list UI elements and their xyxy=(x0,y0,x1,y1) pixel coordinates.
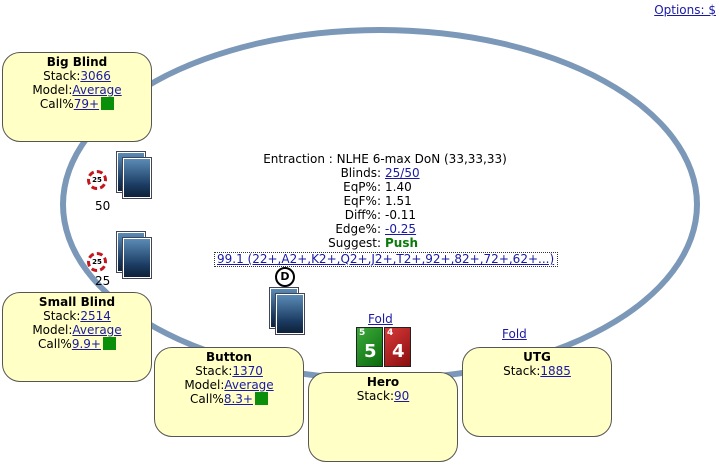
blinds-row: Blinds: 25/50 xyxy=(214,166,556,180)
model-value[interactable]: Average xyxy=(72,323,121,337)
suggest-label: Suggest: xyxy=(328,236,381,250)
big-blind-cards xyxy=(117,152,151,198)
suggest-row: Suggest: Push xyxy=(214,236,556,250)
model-label: Model: xyxy=(32,83,73,97)
edge-row: Edge%: -0.25 xyxy=(214,222,556,236)
seat-hero: Hero Stack:90 xyxy=(308,372,458,462)
seat-name: Button xyxy=(206,350,252,364)
stack-label: Stack: xyxy=(356,389,394,403)
eqf-value: 1.51 xyxy=(385,194,412,208)
model-value[interactable]: Average xyxy=(72,83,121,97)
stack-label: Stack: xyxy=(195,364,233,378)
card-1-corner: 5 xyxy=(359,328,366,338)
eqp-value: 1.40 xyxy=(385,180,412,194)
diff-value: -0.11 xyxy=(385,208,417,222)
call-indicator xyxy=(101,97,115,110)
call-value[interactable]: 8.3+ xyxy=(224,392,253,406)
card-back xyxy=(276,294,304,334)
stack-value[interactable]: 90 xyxy=(394,389,409,403)
stack-label: Stack: xyxy=(503,364,541,378)
hero-card-2: 4 4 xyxy=(384,327,411,367)
info-title: Entraction : NLHE 6-max DoN (33,33,33) xyxy=(263,152,507,166)
hero-fold-link[interactable]: Fold xyxy=(368,312,393,326)
seat-name: Big Blind xyxy=(46,55,108,69)
model-label: Model: xyxy=(32,323,73,337)
call-value[interactable]: 79+ xyxy=(74,97,99,111)
seat-name: UTG xyxy=(523,350,551,364)
eqf-row: EqF%: 1.51 xyxy=(214,194,556,208)
seat-utg: UTG Stack:1885 xyxy=(462,347,612,437)
big-blind-bet: 50 xyxy=(95,199,111,213)
call-indicator xyxy=(102,337,116,350)
eqf-label: EqF%: xyxy=(343,194,381,208)
suggest-value: Push xyxy=(385,236,419,250)
blinds-label: Blinds: xyxy=(340,166,381,180)
card-1-rank: 5 xyxy=(364,341,377,362)
stack-value[interactable]: 1370 xyxy=(232,364,263,378)
diff-label: Diff%: xyxy=(344,208,381,222)
dealer-button-icon: D xyxy=(275,267,295,287)
edge-value[interactable]: -0.25 xyxy=(385,222,416,236)
eqp-row: EqP%: 1.40 xyxy=(214,180,556,194)
small-blind-bet: 25 xyxy=(95,274,111,288)
small-blind-chip-icon: 25 xyxy=(87,252,107,272)
call-value[interactable]: 9.9+ xyxy=(72,337,101,351)
options-link[interactable]: Options: $ xyxy=(654,3,716,17)
small-blind-cards xyxy=(117,232,151,278)
call-label: Call% xyxy=(39,97,74,111)
big-blind-chip-icon: 25 xyxy=(87,170,107,190)
edge-label: Edge%: xyxy=(335,222,381,236)
stack-label: Stack: xyxy=(43,69,81,83)
push-range-box[interactable]: 99.1 (22+,A2+,K2+,Q2+,J2+,T2+,92+,82+,72… xyxy=(214,252,558,267)
seat-big-blind: Big Blind Stack:3066 Model:Average Call%… xyxy=(2,52,152,142)
seat-name: Hero xyxy=(366,375,400,389)
card-back xyxy=(123,158,151,198)
call-indicator xyxy=(254,392,268,405)
card-back xyxy=(123,238,151,278)
card-2-corner: 4 xyxy=(387,328,394,338)
button-cards xyxy=(270,288,304,334)
seat-small-blind: Small Blind Stack:2514 Model:Average Cal… xyxy=(2,292,152,382)
blinds-value[interactable]: 25/50 xyxy=(385,166,420,180)
model-label: Model: xyxy=(184,378,225,392)
utg-fold-link[interactable]: Fold xyxy=(502,327,527,341)
eqp-label: EqP%: xyxy=(343,180,381,194)
seat-name: Small Blind xyxy=(38,295,116,309)
call-label: Call% xyxy=(38,337,72,351)
push-range-link[interactable]: 99.1 (22+,A2+,K2+,Q2+,J2+,T2+,92+,82+,72… xyxy=(217,253,554,266)
card-2-rank: 4 xyxy=(392,341,405,362)
model-value[interactable]: Average xyxy=(224,378,273,392)
stack-value[interactable]: 2514 xyxy=(80,309,111,323)
stack-value[interactable]: 1885 xyxy=(540,364,571,378)
info-panel: Entraction : NLHE 6-max DoN (33,33,33) B… xyxy=(214,152,558,267)
seat-button: Button Stack:1370 Model:Average Call%8.3… xyxy=(154,347,304,437)
stack-label: Stack: xyxy=(43,309,81,323)
stack-value[interactable]: 3066 xyxy=(80,69,111,83)
hero-card-1: 5 5 xyxy=(356,327,383,367)
call-label: Call% xyxy=(190,392,224,406)
diff-row: Diff%: -0.11 xyxy=(214,208,556,222)
